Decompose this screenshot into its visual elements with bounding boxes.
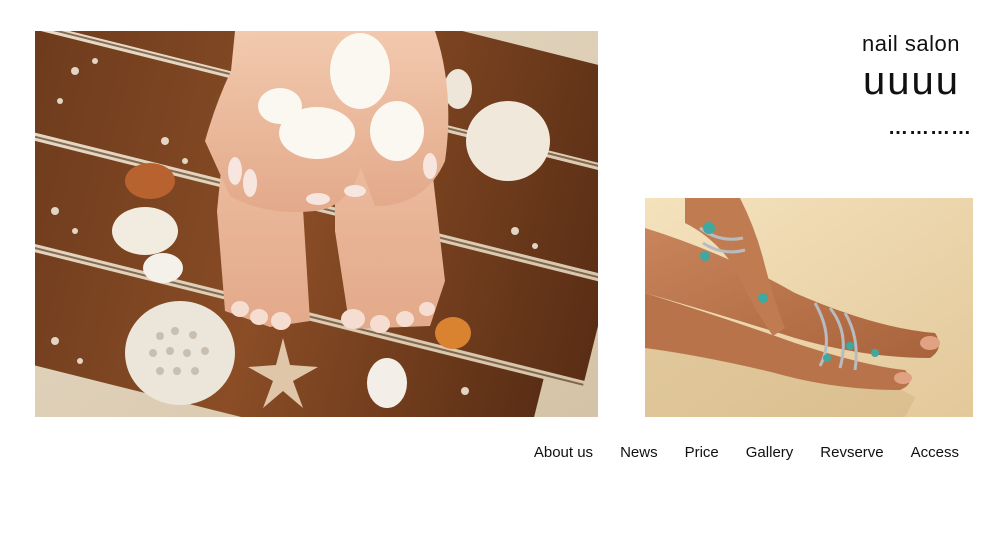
nav-about-us[interactable]: About us bbox=[534, 444, 593, 461]
main-nav: About us News Price Gallery Revserve Acc… bbox=[534, 444, 959, 461]
brand-name: uuuu bbox=[863, 59, 960, 103]
brand-dots-divider: ………… bbox=[888, 117, 972, 139]
nav-news[interactable]: News bbox=[620, 444, 658, 461]
brand-tagline: nail salon bbox=[862, 31, 960, 56]
nav-reserve[interactable]: Revserve bbox=[820, 444, 883, 461]
nav-access[interactable]: Access bbox=[911, 444, 959, 461]
nav-gallery[interactable]: Gallery bbox=[746, 444, 794, 461]
hero-photo-pedicure-shells bbox=[35, 31, 598, 417]
side-photo-feet-jewelry bbox=[645, 198, 973, 417]
nav-price[interactable]: Price bbox=[685, 444, 719, 461]
